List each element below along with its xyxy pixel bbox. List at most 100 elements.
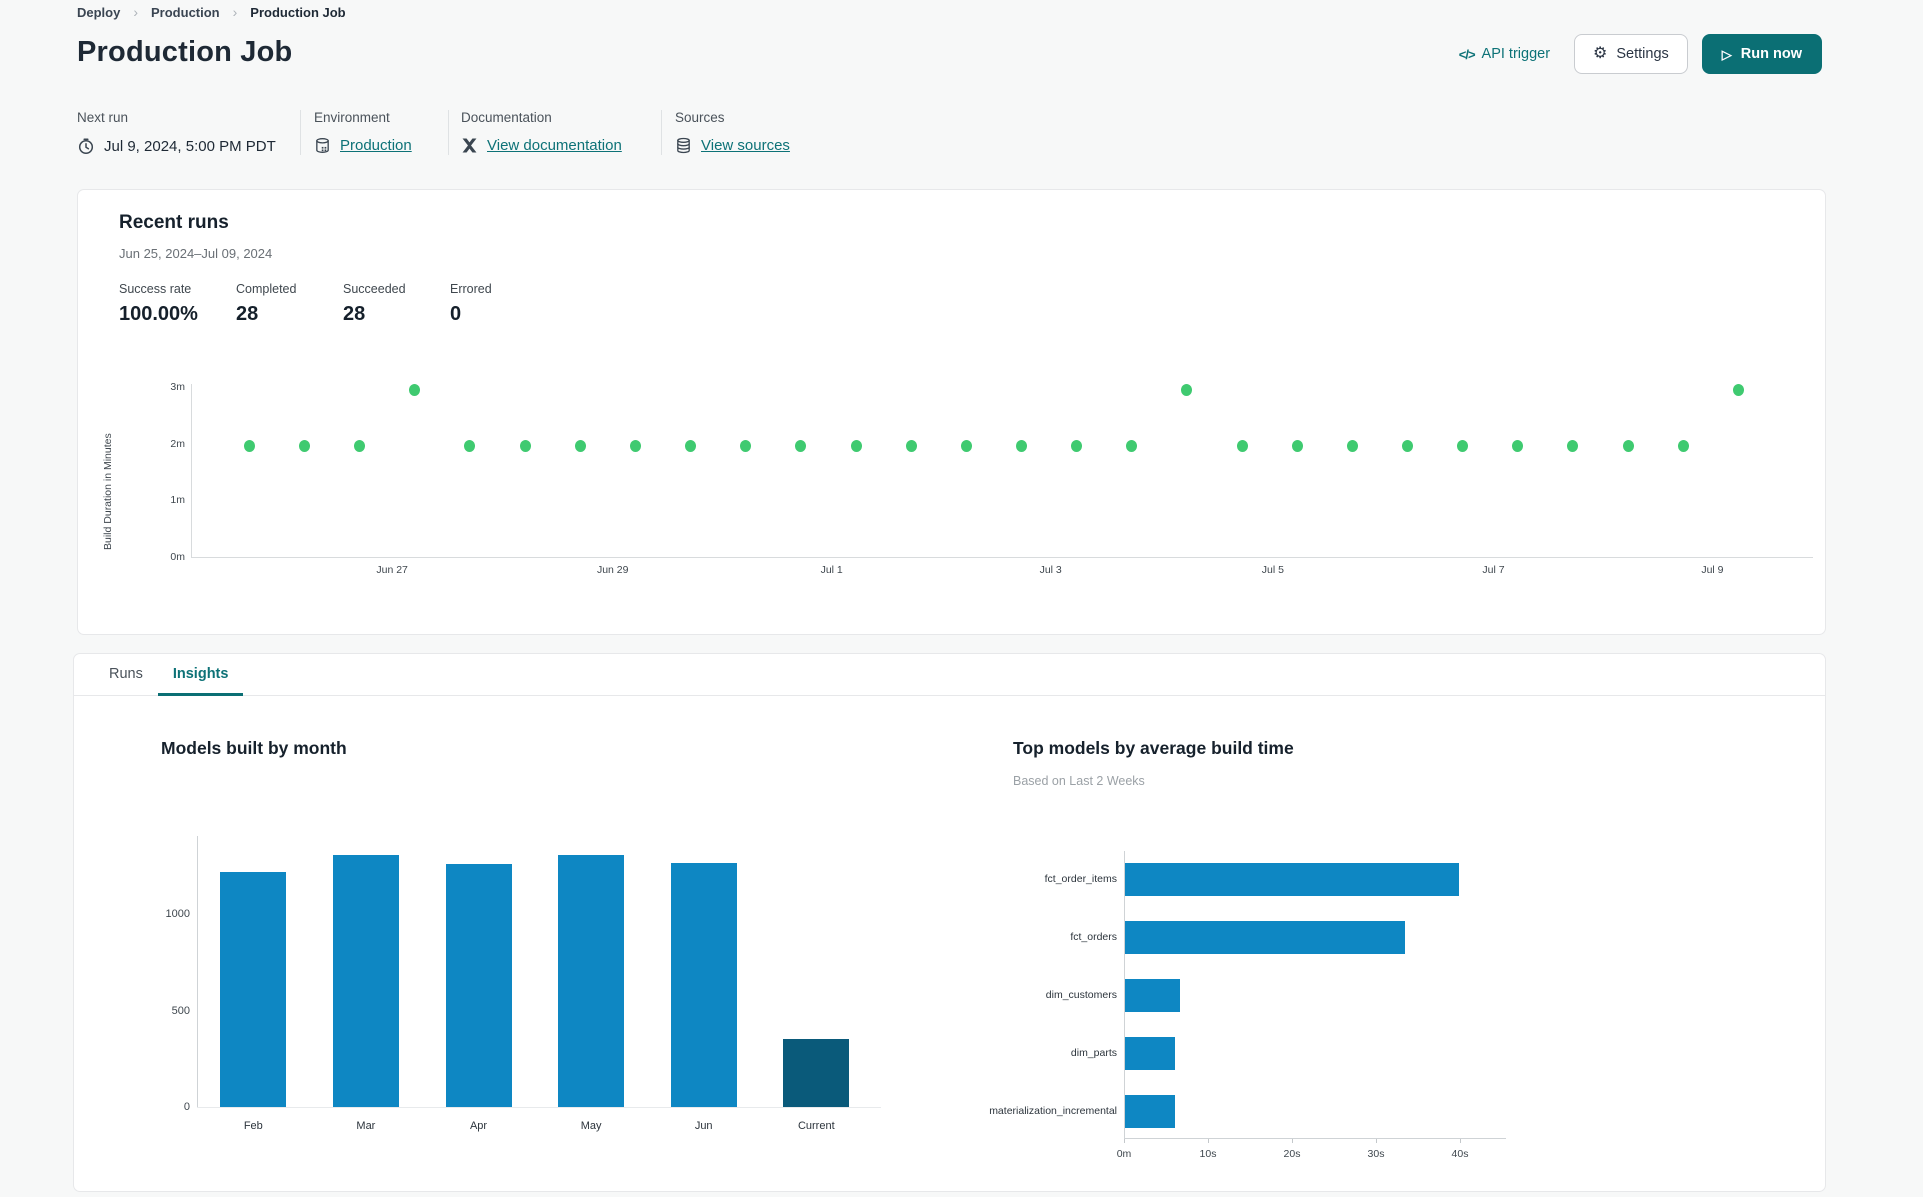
run-dot[interactable]	[519, 440, 531, 453]
gear-icon: ⚙	[1593, 45, 1608, 62]
models-by-month-title: Models built by month	[161, 738, 347, 758]
y-tick-label: 1000	[165, 908, 190, 920]
recent-runs-card: Recent runs Jun 25, 2024–Jul 09, 2024 Su…	[77, 189, 1826, 635]
x-tick-label: 0m	[1116, 1148, 1132, 1160]
next-run-label: Next run	[77, 110, 129, 125]
run-dot[interactable]	[960, 440, 972, 453]
model-label: fct_orders	[1070, 931, 1117, 943]
y-tick-label: 0	[183, 1101, 190, 1113]
run-dot[interactable]	[1181, 383, 1193, 396]
run-dot[interactable]	[243, 440, 255, 453]
run-dot[interactable]	[1677, 440, 1689, 453]
month-bar	[558, 855, 625, 1107]
x-tick-label: 10s	[1199, 1148, 1217, 1160]
view-documentation-link[interactable]: View documentation	[487, 137, 622, 154]
y-axis-title: Build Duration in Minutes	[102, 433, 114, 550]
database-icon	[314, 137, 331, 154]
x-category-label: Feb	[243, 1120, 263, 1132]
x-category-label: May	[580, 1120, 602, 1132]
breadcrumb: Deploy › Production › Production Job	[77, 4, 346, 20]
run-dot[interactable]	[685, 440, 697, 453]
x-axis-line	[1124, 1138, 1506, 1139]
run-dot[interactable]	[1732, 383, 1744, 396]
x-category-label: Mar	[356, 1120, 376, 1132]
run-now-button[interactable]: ▷ Run now	[1701, 34, 1822, 74]
run-dot[interactable]	[354, 440, 366, 453]
model-bar	[1125, 978, 1180, 1012]
run-now-label: Run now	[1740, 46, 1802, 62]
x-tick-label: Jul 9	[1701, 564, 1724, 576]
y-axis-line	[197, 836, 198, 1107]
chevron-right-icon: ›	[133, 4, 139, 20]
month-bar	[670, 862, 737, 1107]
code-icon: </>	[1458, 46, 1476, 62]
x-tick-label: Jul 5	[1261, 564, 1284, 576]
environment-link[interactable]: Production	[340, 137, 412, 154]
x-tick-label: Jul 1	[820, 564, 843, 576]
run-dot[interactable]	[1346, 440, 1358, 453]
sources-label: Sources	[675, 110, 725, 125]
breadcrumb-production[interactable]: Production	[151, 5, 220, 20]
tab-insights[interactable]: Insights	[157, 654, 244, 696]
next-run-value: Jul 9, 2024, 5:00 PM PDT	[104, 137, 276, 155]
run-dot[interactable]	[1567, 440, 1579, 453]
y-tick-label: 500	[171, 1004, 190, 1017]
page-title: Production Job	[77, 36, 293, 68]
tab-runs[interactable]: Runs	[94, 654, 158, 696]
model-label: dim_customers	[1045, 989, 1117, 1001]
clock-icon	[77, 137, 95, 155]
y-tick-label: 0m	[170, 551, 185, 563]
y-axis-line	[191, 384, 192, 557]
x-tick-mark	[1376, 1139, 1377, 1143]
run-dot[interactable]	[574, 440, 586, 453]
model-bar	[1125, 920, 1405, 954]
run-dot[interactable]	[1291, 440, 1303, 453]
model-bar	[1125, 1094, 1175, 1128]
x-axis-line	[191, 557, 1813, 558]
run-dot[interactable]	[740, 440, 752, 453]
run-dot[interactable]	[409, 383, 421, 396]
dbt-logo-icon	[461, 137, 478, 154]
x-tick-label: 30s	[1367, 1148, 1385, 1160]
build-duration-chart: 0m 1m 2m 3m Build Duration in Minutes Jun 27 J…	[78, 190, 1825, 634]
play-icon: ▷	[1721, 46, 1732, 62]
info-environment: Environment Production	[300, 110, 448, 155]
y-tick-label: 2m	[170, 437, 185, 450]
run-dot[interactable]	[795, 440, 807, 453]
x-tick-label: 40s	[1451, 1148, 1469, 1160]
insights-card: Runs Insights Models built by month 0 500…	[73, 653, 1826, 1192]
run-dot[interactable]	[1622, 440, 1634, 453]
run-dot[interactable]	[1402, 440, 1413, 453]
x-category-label: Jun	[694, 1120, 713, 1132]
breadcrumb-deploy[interactable]: Deploy	[77, 5, 120, 20]
x-tick-mark	[1460, 1139, 1461, 1143]
top-models-subtitle: Based on Last 2 Weeks	[1013, 774, 1145, 788]
run-dot[interactable]	[1071, 440, 1083, 453]
y-tick-label: 1m	[170, 494, 185, 507]
api-trigger-label: API trigger	[1481, 46, 1551, 62]
run-dot[interactable]	[905, 440, 917, 453]
run-dot[interactable]	[1126, 440, 1138, 453]
month-bar	[332, 855, 399, 1107]
documentation-label: Documentation	[461, 110, 552, 125]
x-category-label: Current	[797, 1120, 835, 1132]
run-dot[interactable]	[850, 440, 862, 453]
model-label: dim_parts	[1070, 1047, 1117, 1059]
x-tick-label: Jul 7	[1482, 564, 1505, 576]
sources-icon	[675, 137, 692, 154]
run-dot[interactable]	[464, 440, 476, 453]
settings-button[interactable]: ⚙ Settings	[1574, 34, 1688, 74]
run-dot[interactable]	[629, 440, 641, 453]
run-dot[interactable]	[1015, 440, 1027, 453]
run-dot[interactable]	[1236, 440, 1248, 453]
info-sources: Sources View sources	[661, 110, 790, 155]
run-dot[interactable]	[1512, 440, 1524, 453]
api-trigger-link[interactable]: </> API trigger	[1459, 46, 1550, 62]
run-dot[interactable]	[299, 440, 311, 453]
x-tick-label: Jul 3	[1039, 564, 1062, 576]
view-sources-link[interactable]: View sources	[701, 137, 790, 154]
y-tick-label: 3m	[170, 380, 185, 393]
environment-label: Environment	[314, 110, 390, 125]
month-bar	[220, 871, 287, 1107]
run-dot[interactable]	[1457, 440, 1469, 453]
